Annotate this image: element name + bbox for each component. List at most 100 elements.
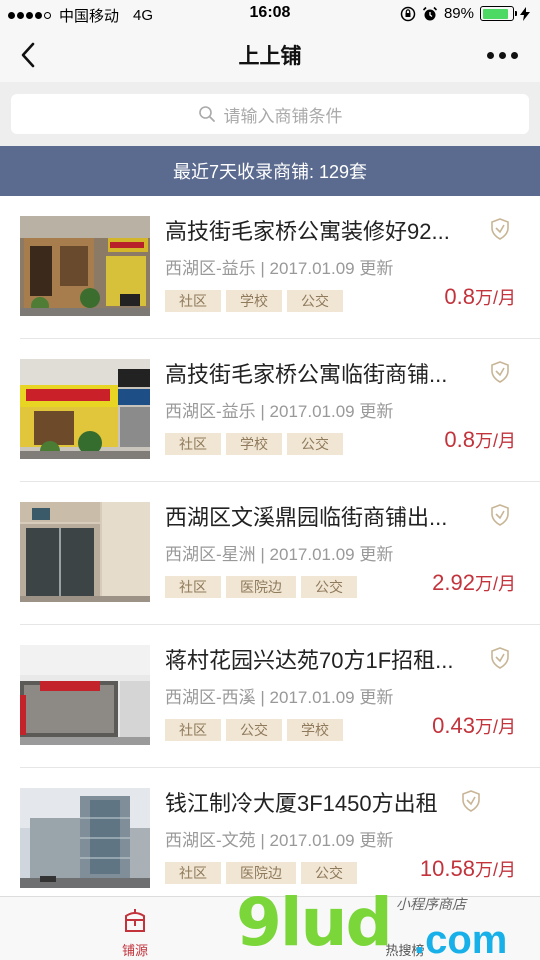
status-bar: 中国移动 4G 16:08 89% xyxy=(0,0,540,28)
shop-title: 西湖区文溪鼎园临街商铺出... xyxy=(165,505,448,530)
shop-thumbnail xyxy=(20,216,150,316)
shop-sign-icon xyxy=(125,909,145,932)
price-unit: 万/月 xyxy=(474,717,516,737)
tag: 社区 xyxy=(165,290,221,312)
watermark-tagline: 小程序商店 xyxy=(396,896,466,912)
shop-date: 2017.01.09 xyxy=(269,259,355,278)
search-area: 请输入商铺条件 xyxy=(0,82,540,146)
price-value: 0.8 xyxy=(444,284,475,309)
shop-tags: 社区 学校 公交 xyxy=(165,290,343,312)
price-unit: 万/月 xyxy=(474,288,516,308)
tag: 社区 xyxy=(165,719,221,741)
shop-meta: 西湖区-益乐 | 2017.01.09 更新 xyxy=(165,402,394,421)
shop-district: 西湖区-文苑 xyxy=(165,831,256,850)
shop-district: 西湖区-益乐 xyxy=(165,402,256,421)
status-right: 89% xyxy=(400,5,530,22)
more-menu-button[interactable] xyxy=(487,42,518,68)
shop-date: 2017.01.09 xyxy=(269,545,355,564)
alarm-icon xyxy=(422,6,438,20)
price-value: 2.92 xyxy=(432,570,475,595)
watermark-suffix: .com xyxy=(414,918,508,960)
price-value: 0.43 xyxy=(432,713,475,738)
shop-title: 钱江制冷大厦3F1450方出租 xyxy=(165,791,438,816)
shop-date: 2017.01.09 xyxy=(269,688,355,707)
verified-shield-icon xyxy=(491,218,509,240)
verified-shield-icon xyxy=(491,361,509,383)
tag: 社区 xyxy=(165,576,221,598)
tag: 医院边 xyxy=(226,862,296,884)
shop-tags: 社区 医院边 公交 xyxy=(165,862,357,884)
verified-shield-icon xyxy=(491,504,509,526)
shop-district: 西湖区-益乐 xyxy=(165,259,256,278)
tag: 学校 xyxy=(287,719,343,741)
more-dot xyxy=(499,51,506,59)
tag: 公交 xyxy=(226,719,282,741)
shop-price: 10.58万/月 xyxy=(420,856,516,882)
shop-updated: 更新 xyxy=(359,831,394,850)
shop-meta: 西湖区-星洲 | 2017.01.09 更新 xyxy=(165,545,394,564)
verified-shield-icon xyxy=(462,790,480,812)
shop-title: 高技街毛家桥公寓装修好92... xyxy=(165,219,450,244)
back-button[interactable] xyxy=(14,40,42,70)
shop-tags: 社区 医院边 公交 xyxy=(165,576,357,598)
shop-tags: 社区 公交 学校 xyxy=(165,719,343,741)
tag: 公交 xyxy=(301,576,357,598)
tag: 公交 xyxy=(301,862,357,884)
nav-bar: 上上铺 xyxy=(0,28,540,82)
tab-label: 铺源 xyxy=(121,943,148,958)
shop-updated: 更新 xyxy=(359,545,394,564)
shop-meta: 西湖区-益乐 | 2017.01.09 更新 xyxy=(165,259,394,278)
tag: 社区 xyxy=(165,433,221,455)
search-icon xyxy=(198,106,215,122)
tag: 公交 xyxy=(287,290,343,312)
shop-updated: 更新 xyxy=(359,688,394,707)
shop-updated: 更新 xyxy=(359,402,394,421)
verified-shield-icon xyxy=(491,647,509,669)
shop-thumbnail xyxy=(20,359,150,459)
shop-title: 蒋村花园兴达苑70方1F招租... xyxy=(165,648,454,673)
list-item[interactable]: 高技街毛家桥公寓装修好92... 西湖区-益乐 | 2017.01.09 更新 … xyxy=(20,196,540,339)
shop-price: 0.8万/月 xyxy=(444,427,516,453)
tag: 公交 xyxy=(287,433,343,455)
shop-title: 高技街毛家桥公寓临街商铺... xyxy=(165,362,448,387)
list-item[interactable]: 高技街毛家桥公寓临街商铺... 西湖区-益乐 | 2017.01.09 更新 社… xyxy=(20,339,540,482)
battery-percent: 89% xyxy=(443,5,474,22)
battery-icon xyxy=(480,6,517,21)
chevron-left-icon xyxy=(21,42,35,68)
more-dot xyxy=(511,51,518,59)
search-placeholder: 请输入商铺条件 xyxy=(223,106,343,126)
search-input[interactable]: 请输入商铺条件 xyxy=(11,94,529,134)
recent-count-banner: 最近7天收录商铺: 129套 xyxy=(0,146,540,196)
shop-thumbnail xyxy=(20,788,150,888)
price-unit: 万/月 xyxy=(474,574,516,594)
tab-shops[interactable]: 铺源 xyxy=(75,897,195,960)
tag: 社区 xyxy=(165,862,221,884)
charging-icon xyxy=(520,6,530,21)
more-dot xyxy=(487,51,494,59)
tag: 学校 xyxy=(226,433,282,455)
shop-tags: 社区 学校 公交 xyxy=(165,433,343,455)
shop-price: 2.92万/月 xyxy=(432,570,516,596)
watermark-brand: 9lud xyxy=(236,884,393,960)
shop-district: 西湖区-星洲 xyxy=(165,545,256,564)
list-item[interactable]: 西湖区文溪鼎园临街商铺出... 西湖区-星洲 | 2017.01.09 更新 社… xyxy=(20,482,540,625)
shop-district: 西湖区-西溪 xyxy=(165,688,256,707)
shop-list: 高技街毛家桥公寓装修好92... 西湖区-益乐 | 2017.01.09 更新 … xyxy=(0,196,540,911)
tag: 学校 xyxy=(226,290,282,312)
shop-meta: 西湖区-西溪 | 2017.01.09 更新 xyxy=(165,688,394,707)
page-title: 上上铺 xyxy=(238,45,302,68)
shop-price: 0.43万/月 xyxy=(432,713,516,739)
shop-price: 0.8万/月 xyxy=(444,284,516,310)
orientation-lock-icon xyxy=(400,6,416,21)
shop-updated: 更新 xyxy=(359,259,394,278)
price-value: 0.8 xyxy=(444,427,475,452)
price-unit: 万/月 xyxy=(474,431,516,451)
price-value: 10.58 xyxy=(419,856,475,881)
banner-text: 最近7天收录商铺: 129套 xyxy=(172,162,368,182)
list-item[interactable]: 蒋村花园兴达苑70方1F招租... 西湖区-西溪 | 2017.01.09 更新… xyxy=(20,625,540,768)
shop-date: 2017.01.09 xyxy=(269,831,355,850)
shop-date: 2017.01.09 xyxy=(269,402,355,421)
shop-meta: 西湖区-文苑 | 2017.01.09 更新 xyxy=(165,831,394,850)
watermark-logo: 9lud .com 小程序商店 xyxy=(236,890,536,960)
price-unit: 万/月 xyxy=(474,860,516,880)
